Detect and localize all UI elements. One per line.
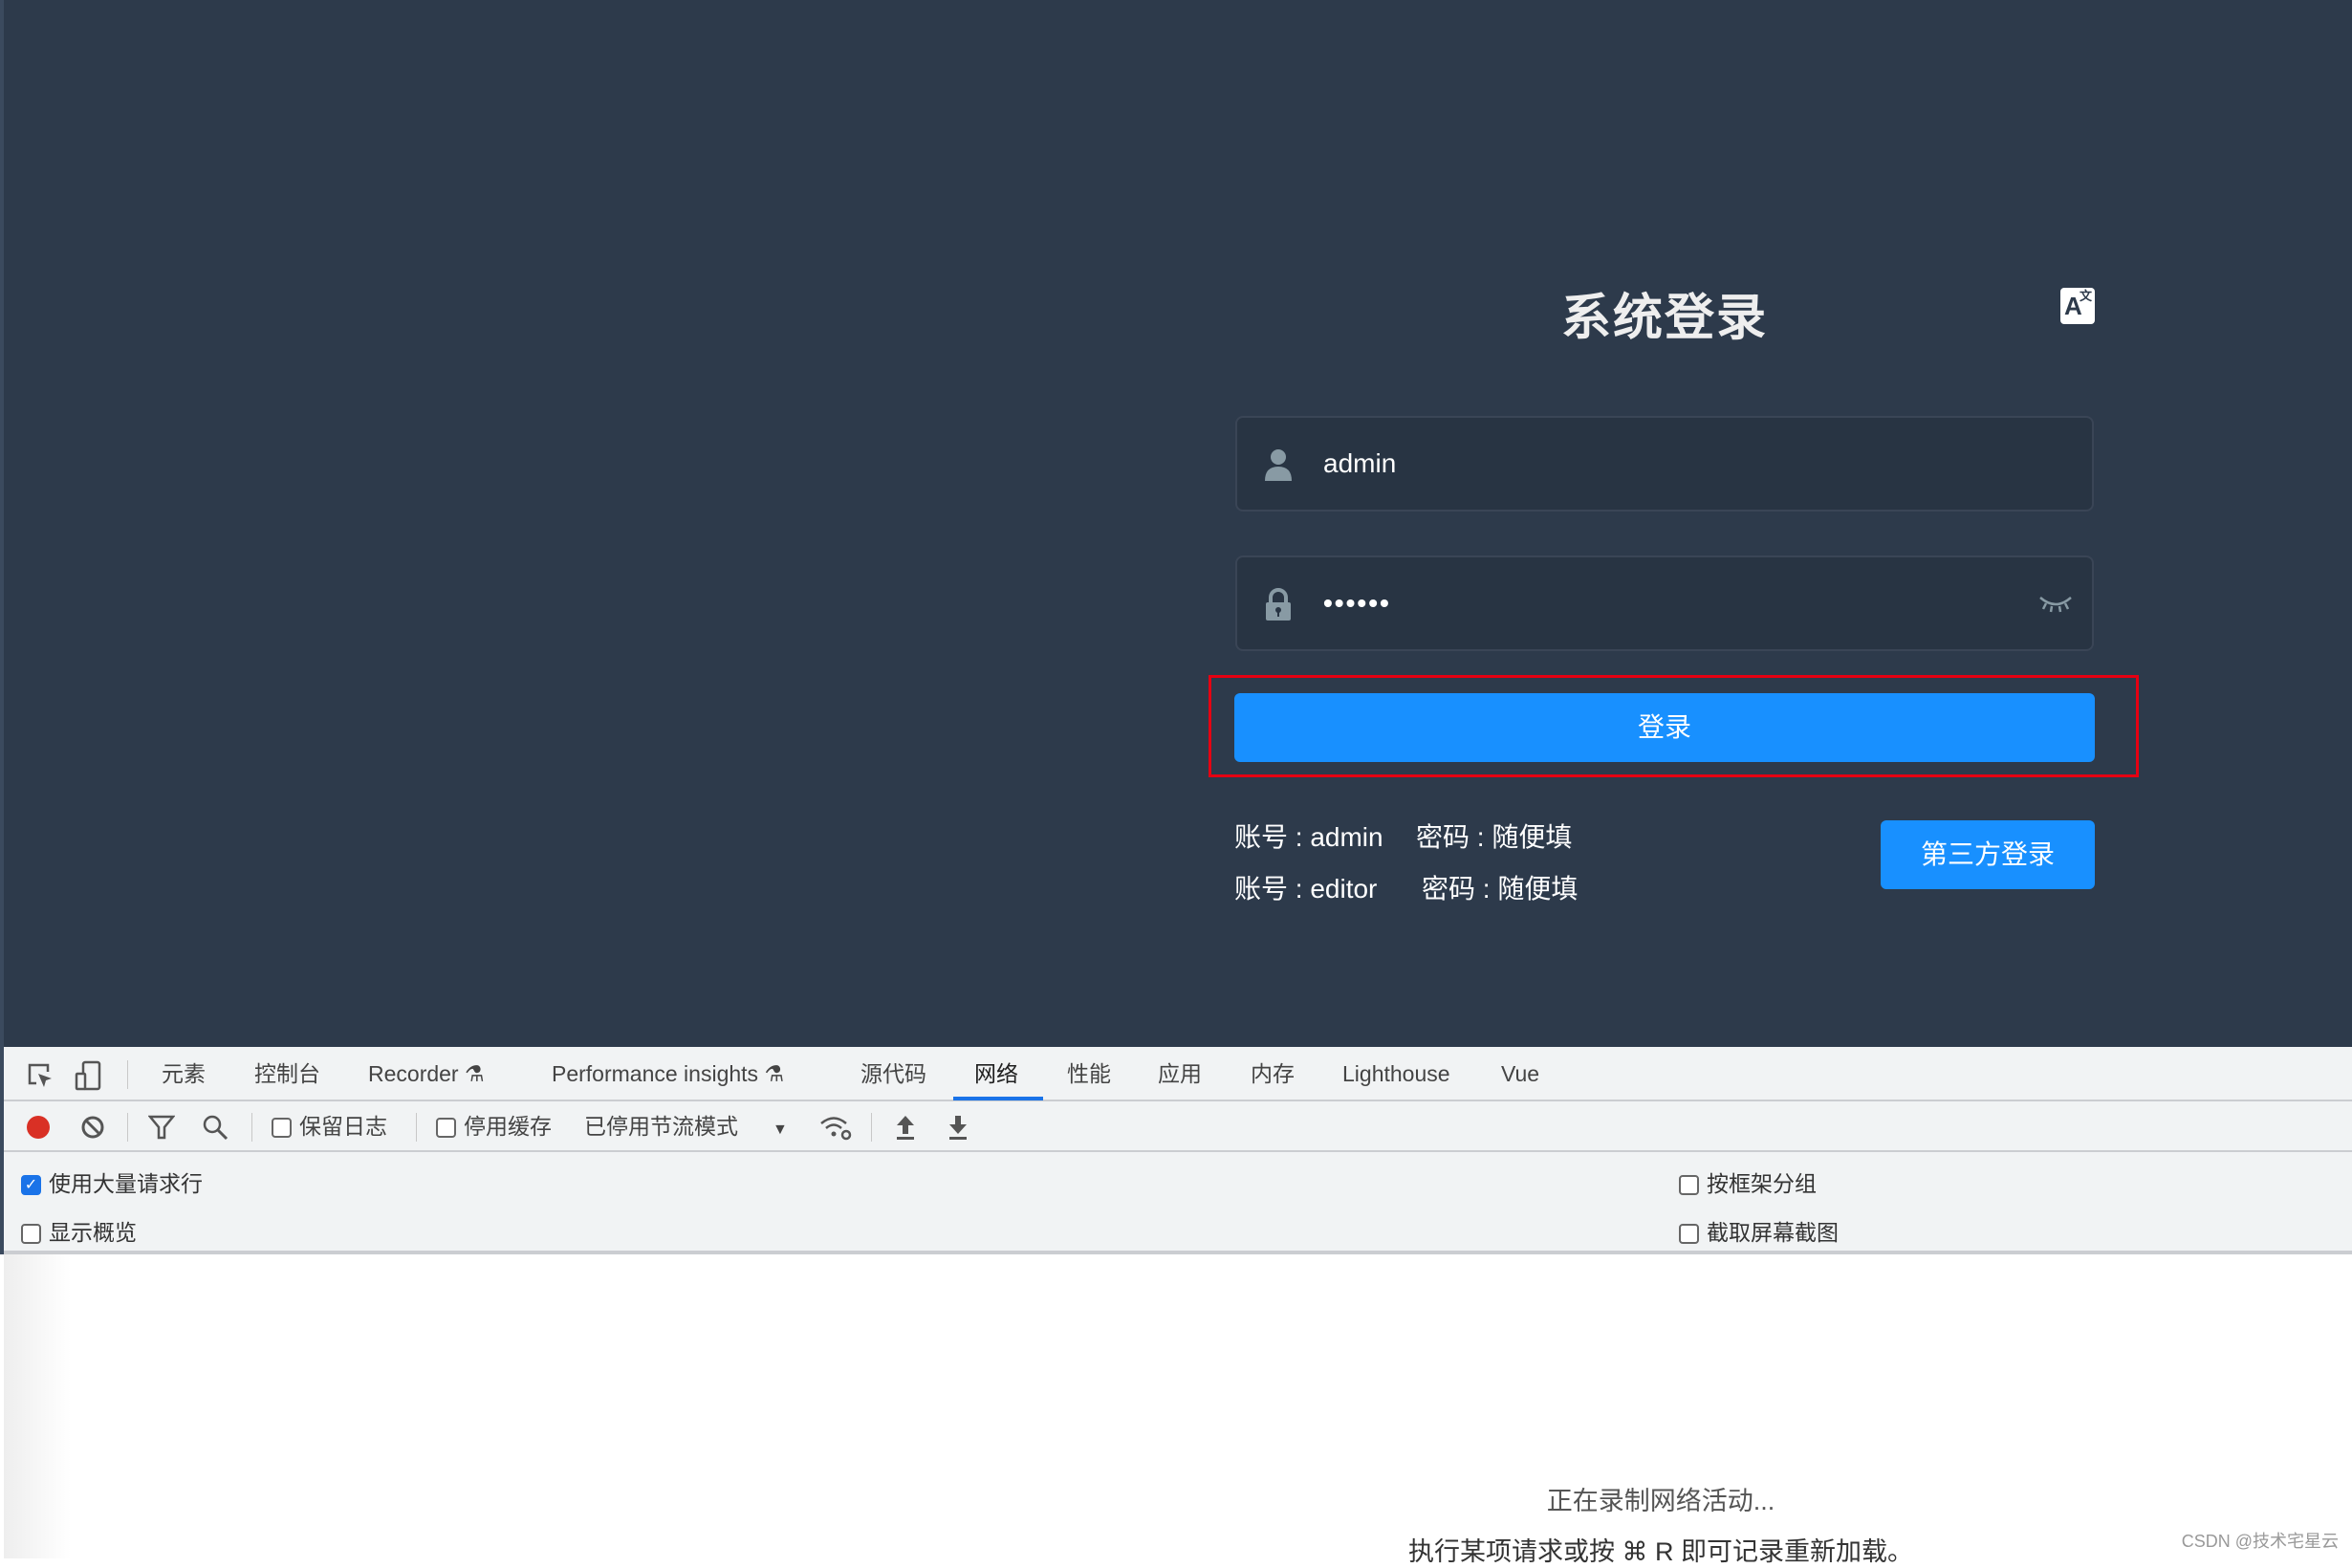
reload-hint: 执行某项请求或按 ⌘ R 即可记录重新加载。 [1407,1537,1913,1566]
devtools-panel: 元素 控制台 Recorder ⚗ Performance insights ⚗… [0,1047,2352,1254]
capture-screenshots-label: 截取屏幕截图 [1707,1220,1839,1245]
group-by-frame-checkbox[interactable]: 按框架分组 [1679,1165,1817,1198]
lang-sup: 文 [2079,289,2092,303]
show-overview-label: 显示概览 [49,1220,137,1245]
username-input[interactable]: admin [1323,418,1396,510]
import-har-icon[interactable] [894,1113,917,1142]
throttling-select[interactable]: 已停用节流模式 ▼ [584,1101,788,1155]
password-field[interactable]: •••••• [1235,555,2094,651]
preserve-log-checkbox[interactable]: 保留日志 [272,1101,387,1152]
divider [871,1113,872,1142]
devtools-tabbar: 元素 控制台 Recorder ⚗ Performance insights ⚗… [4,1047,2352,1101]
hint-account: 账号 : admin [1234,822,1383,852]
checkbox[interactable] [1679,1175,1699,1196]
tab-performance[interactable]: 性能 [1067,1047,1111,1100]
checkbox[interactable] [1679,1224,1699,1245]
search-icon[interactable] [202,1114,229,1141]
tab-lighthouse[interactable]: Lighthouse [1342,1047,1450,1100]
device-toolbar-icon[interactable] [75,1060,101,1091]
big-request-rows-label: 使用大量请求行 [49,1171,203,1196]
hint-editor: 账号 : editor 密码 : 随便填 [1234,868,1578,906]
show-overview-checkbox[interactable]: 显示概览 [21,1214,137,1247]
password-input[interactable]: •••••• [1323,557,1391,649]
tab-sources[interactable]: 源代码 [860,1047,926,1100]
inspect-element-icon[interactable] [27,1062,54,1089]
login-button[interactable]: 登录 [1234,693,2095,762]
translate-icon[interactable]: A文 [2060,288,2095,324]
preserve-log-label: 保留日志 [299,1114,387,1139]
user-icon [1265,449,1292,481]
capture-screenshots-checkbox[interactable]: 截取屏幕截图 [1679,1214,1839,1247]
flask-icon: ⚗ [465,1061,485,1086]
network-settings: ✓ 使用大量请求行 显示概览 按框架分组 截取屏幕截图 [4,1152,2352,1254]
record-icon[interactable] [25,1114,52,1141]
third-party-login-button[interactable]: 第三方登录 [1881,820,2095,889]
flask-icon: ⚗ [764,1061,785,1086]
lock-icon [1266,588,1291,621]
tab-network[interactable]: 网络 [974,1047,1018,1100]
hint-account: 账号 : editor [1234,874,1378,904]
tab-elements[interactable]: 元素 [162,1047,206,1100]
tab-console[interactable]: 控制台 [254,1047,320,1100]
group-by-frame-label: 按框架分组 [1707,1171,1817,1196]
divider [251,1113,252,1142]
username-field[interactable]: admin [1235,416,2094,512]
checkbox[interactable] [272,1118,292,1139]
network-conditions-icon[interactable] [818,1114,853,1141]
hint-password: 密码 : 随便填 [1422,874,1579,904]
checkbox-checked[interactable]: ✓ [21,1175,41,1196]
panel-edge [4,1254,71,1558]
login-page: 系统登录 A文 admin •••••• 登录 账号 : admin 密码 : 随… [0,0,2352,1047]
divider [416,1113,417,1142]
tab-application[interactable]: 应用 [1158,1047,1202,1100]
disable-cache-label: 停用缓存 [464,1114,552,1139]
divider [127,1113,128,1142]
checkbox[interactable] [436,1118,456,1139]
disable-cache-checkbox[interactable]: 停用缓存 [436,1101,552,1152]
hint-admin: 账号 : admin 密码 : 随便填 [1234,817,1572,855]
big-request-rows-checkbox[interactable]: ✓ 使用大量请求行 [21,1165,203,1198]
chevron-down-icon: ▼ [773,1122,788,1138]
tab-memory[interactable]: 内存 [1251,1047,1295,1100]
divider [127,1060,128,1089]
active-tab-indicator [953,1097,1043,1100]
tab-vue[interactable]: Vue [1501,1047,1539,1100]
tab-performance-insights[interactable]: Performance insights ⚗ [552,1047,784,1100]
tab-recorder[interactable]: Recorder ⚗ [368,1047,485,1100]
recording-message: 正在录制网络活动... [1546,1487,1775,1515]
network-toolbar: 保留日志 停用缓存 已停用节流模式 ▼ [4,1101,2352,1152]
tab-label: Performance insights [552,1061,759,1086]
eye-closed-icon[interactable] [2038,592,2073,615]
filter-icon[interactable] [148,1115,175,1140]
checkbox[interactable] [21,1224,41,1245]
page-title: 系统登录 [1560,291,1768,346]
throttling-value: 已停用节流模式 [584,1114,738,1139]
hint-password: 密码 : 随便填 [1416,822,1573,852]
clear-icon[interactable] [80,1115,105,1140]
watermark: CSDN @技术宅星云 [2181,1532,2339,1551]
export-har-icon[interactable] [947,1113,969,1142]
tab-label: Recorder [368,1061,459,1086]
